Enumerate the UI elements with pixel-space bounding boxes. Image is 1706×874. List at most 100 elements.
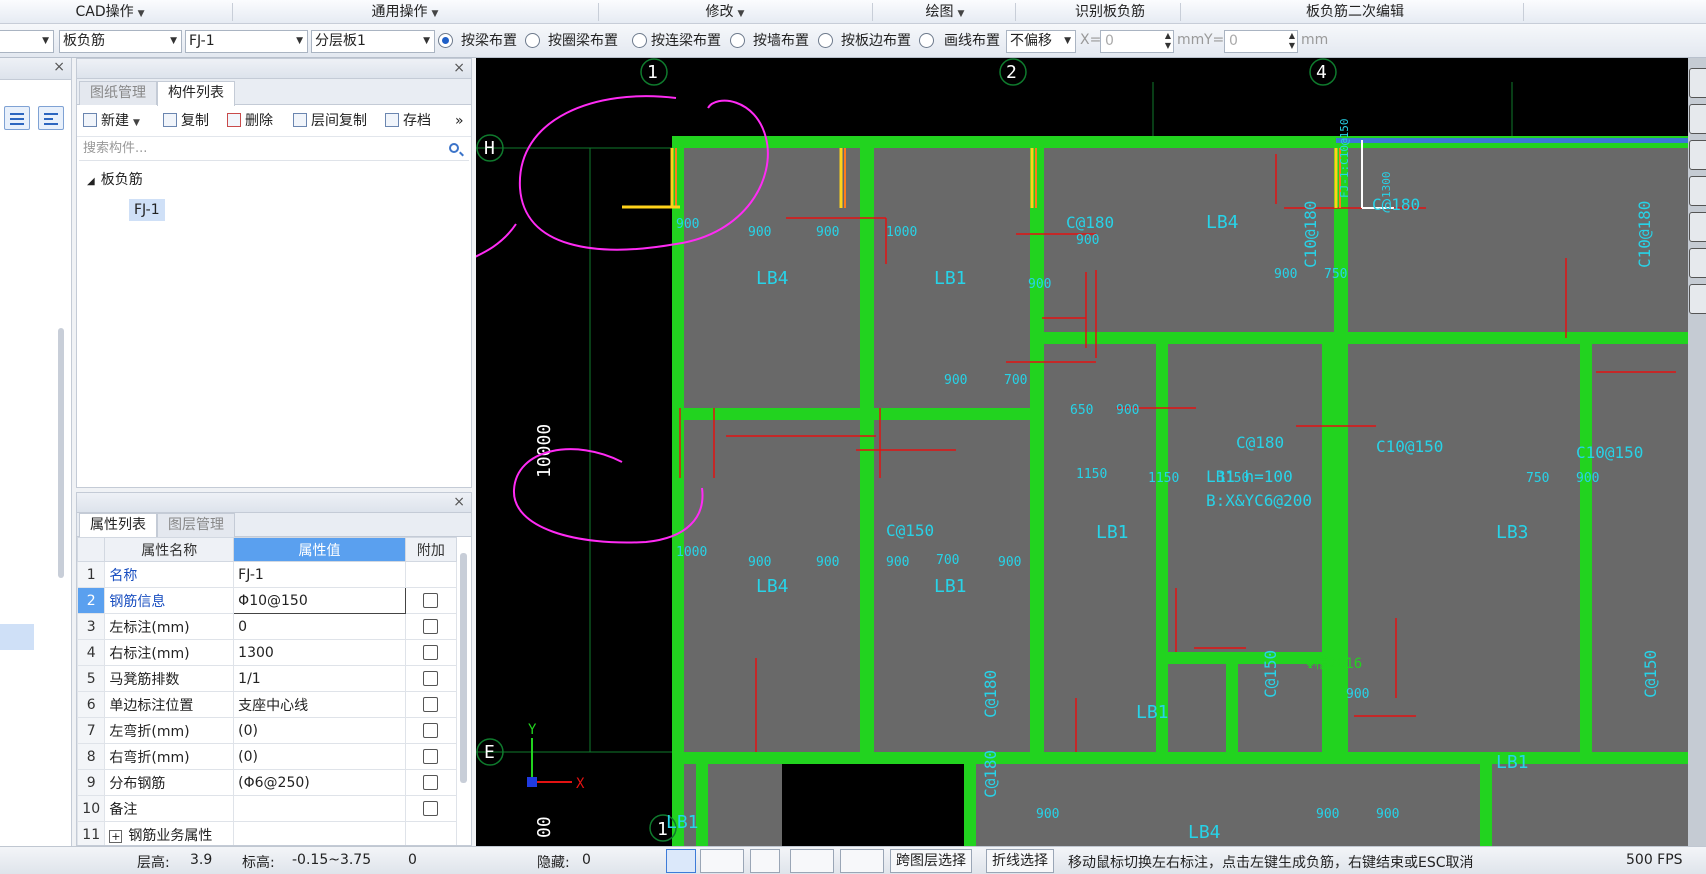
property-row[interactable]: 10 备注 [77, 795, 458, 822]
spin-arrows-icon[interactable]: ▲ ▼ [1165, 31, 1171, 51]
combo-left-truncated[interactable]: ▼ [0, 30, 54, 53]
menu-draw[interactable]: 绘图 ▼ [915, 0, 975, 24]
property-row[interactable]: 4 右标注(mm) 1300 [77, 639, 458, 666]
new-button[interactable]: 新建 ▼ [83, 111, 140, 133]
spin-arrows-icon[interactable]: ▲ ▼ [1289, 31, 1295, 51]
property-extra-cell[interactable] [404, 717, 458, 744]
more-tools-button[interactable]: » [455, 111, 464, 131]
radio-by-link-beam-label[interactable]: 按连梁布置 [651, 31, 721, 51]
component-type-select[interactable]: 板负筋 ▼ [59, 30, 182, 53]
property-value-cell[interactable]: 1/1 [233, 665, 406, 692]
search-icon[interactable] [449, 143, 459, 153]
property-extra-cell[interactable] [404, 587, 458, 614]
polyline-select-button[interactable]: 折线选择 [986, 849, 1054, 873]
menu-cad-ops[interactable]: CAD操作 ▼ [60, 0, 160, 24]
layer-copy-button[interactable]: 层间复制 [293, 111, 367, 131]
property-value-cell[interactable]: (Φ6@250) [233, 769, 406, 796]
radio-draw-line[interactable] [919, 33, 934, 48]
list-view-button[interactable] [4, 106, 30, 130]
beam[interactable] [1168, 652, 1322, 664]
property-extra-cell[interactable] [404, 639, 458, 666]
checkbox[interactable] [423, 749, 439, 764]
radio-draw-line-label[interactable]: 画线布置 [944, 31, 1000, 51]
cross-snap-icon[interactable] [750, 849, 780, 873]
beam[interactable] [1322, 332, 1334, 752]
property-value-cell[interactable] [233, 795, 406, 822]
selected-beam[interactable] [1336, 138, 1688, 143]
detail-view-button[interactable] [38, 106, 64, 130]
tree-collapse-icon[interactable]: ◢ [87, 176, 95, 187]
checkbox[interactable] [423, 697, 439, 712]
zoom-icon[interactable] [1689, 68, 1706, 98]
x-offset-input[interactable]: 0 ▲ ▼ [1100, 30, 1174, 53]
property-row[interactable]: 6 单边标注位置 支座中心线 [77, 691, 458, 718]
checkbox[interactable] [423, 619, 439, 634]
radio-by-beam-label[interactable]: 按梁布置 [461, 31, 517, 51]
angle-snap-icon[interactable] [790, 849, 834, 873]
archive-button[interactable]: 存档 [385, 111, 431, 131]
property-row[interactable]: 1 名称 FJ-1 [77, 561, 458, 588]
radio-by-beam[interactable] [438, 33, 453, 48]
property-value-cell[interactable]: Φ10@150 [233, 587, 406, 614]
beam[interactable] [1226, 658, 1238, 752]
property-row[interactable]: 11 + 钢筋业务属性 [77, 821, 458, 845]
property-value-cell[interactable]: (0) [233, 717, 406, 744]
property-extra-cell[interactable] [404, 691, 458, 718]
radio-by-ring-beam-label[interactable]: 按圈梁布置 [548, 31, 618, 51]
menu-identify-rebar[interactable]: 识别板负筋 [1055, 0, 1165, 24]
property-extra-cell[interactable] [404, 743, 458, 770]
property-extra-cell[interactable] [404, 665, 458, 692]
chevron-down-icon[interactable]: ▼ [133, 118, 140, 128]
property-value-cell[interactable] [233, 821, 406, 845]
component-search-input[interactable]: 搜索构件... [79, 137, 469, 161]
beam[interactable] [1156, 332, 1168, 752]
property-extra-cell[interactable] [404, 795, 458, 822]
beam[interactable] [1030, 142, 1044, 746]
tab-property-list[interactable]: 属性列表 [79, 513, 157, 538]
property-row[interactable]: 5 马凳筋排数 1/1 [77, 665, 458, 692]
property-extra-cell[interactable] [404, 769, 458, 796]
tab-layer-management[interactable]: 图层管理 [157, 513, 235, 537]
beam[interactable] [964, 758, 976, 846]
tab-drawing-management[interactable]: 图纸管理 [79, 81, 157, 105]
layers-icon[interactable] [1689, 284, 1706, 314]
y-offset-input[interactable]: 0 ▲ ▼ [1224, 30, 1298, 53]
delete-button[interactable]: 删除 [227, 111, 273, 131]
tab-component-list[interactable]: 构件列表 [157, 81, 235, 106]
close-icon[interactable]: × [53, 59, 65, 75]
tree-item-fj-1[interactable]: FJ-1 [129, 199, 165, 221]
cad-drawing[interactable]: FJ-1:C10@1501300124HE1351000000YXLB4LB1L… [476, 58, 1688, 846]
checkbox[interactable] [423, 645, 439, 660]
beam[interactable] [674, 408, 1044, 420]
property-row[interactable]: 9 分布钢筋 (Φ6@250) [77, 769, 458, 796]
view-3d-icon[interactable] [1689, 104, 1706, 134]
radio-by-link-beam[interactable] [632, 33, 647, 48]
property-row[interactable]: 7 左弯折(mm) (0) [77, 717, 458, 744]
checkbox[interactable] [423, 671, 439, 686]
tree-node-slab-rebar[interactable]: ◢ 板负筋 [87, 169, 143, 193]
menu-modify[interactable]: 修改 ▼ [690, 0, 760, 24]
menu-secondary-edit[interactable]: 板负筋二次编辑 [1280, 0, 1430, 24]
navigation-scrollbar[interactable] [58, 328, 64, 578]
property-scrollbar[interactable] [460, 553, 467, 783]
beam[interactable] [860, 142, 874, 752]
ortho-toggle-icon[interactable] [666, 849, 696, 873]
checkbox[interactable] [423, 593, 439, 608]
offset-snap-icon[interactable] [840, 849, 884, 873]
cross-layer-select-button[interactable]: 跨图层选择 [890, 849, 972, 873]
property-value-cell[interactable]: FJ-1 [233, 561, 406, 588]
property-row[interactable]: 8 右弯折(mm) (0) [77, 743, 458, 770]
snap-box-icon[interactable] [700, 849, 744, 873]
radio-by-slab-edge[interactable] [818, 33, 833, 48]
radio-by-ring-beam[interactable] [525, 33, 540, 48]
navigation-selected-item[interactable] [0, 624, 34, 650]
orbit-icon[interactable] [1689, 212, 1706, 242]
property-row[interactable]: 3 左标注(mm) 0 [77, 613, 458, 640]
offset-select[interactable]: 不偏移 ▼ [1006, 30, 1076, 53]
drawing-canvas[interactable]: FJ-1:C10@1501300124HE1351000000YXLB4LB1L… [476, 58, 1688, 846]
checkbox[interactable] [423, 723, 439, 738]
close-icon[interactable]: × [453, 494, 465, 510]
display-icon[interactable] [1689, 248, 1706, 278]
menu-general-ops[interactable]: 通用操作 ▼ [350, 0, 460, 24]
component-name-select[interactable]: FJ-1 ▼ [185, 30, 308, 53]
